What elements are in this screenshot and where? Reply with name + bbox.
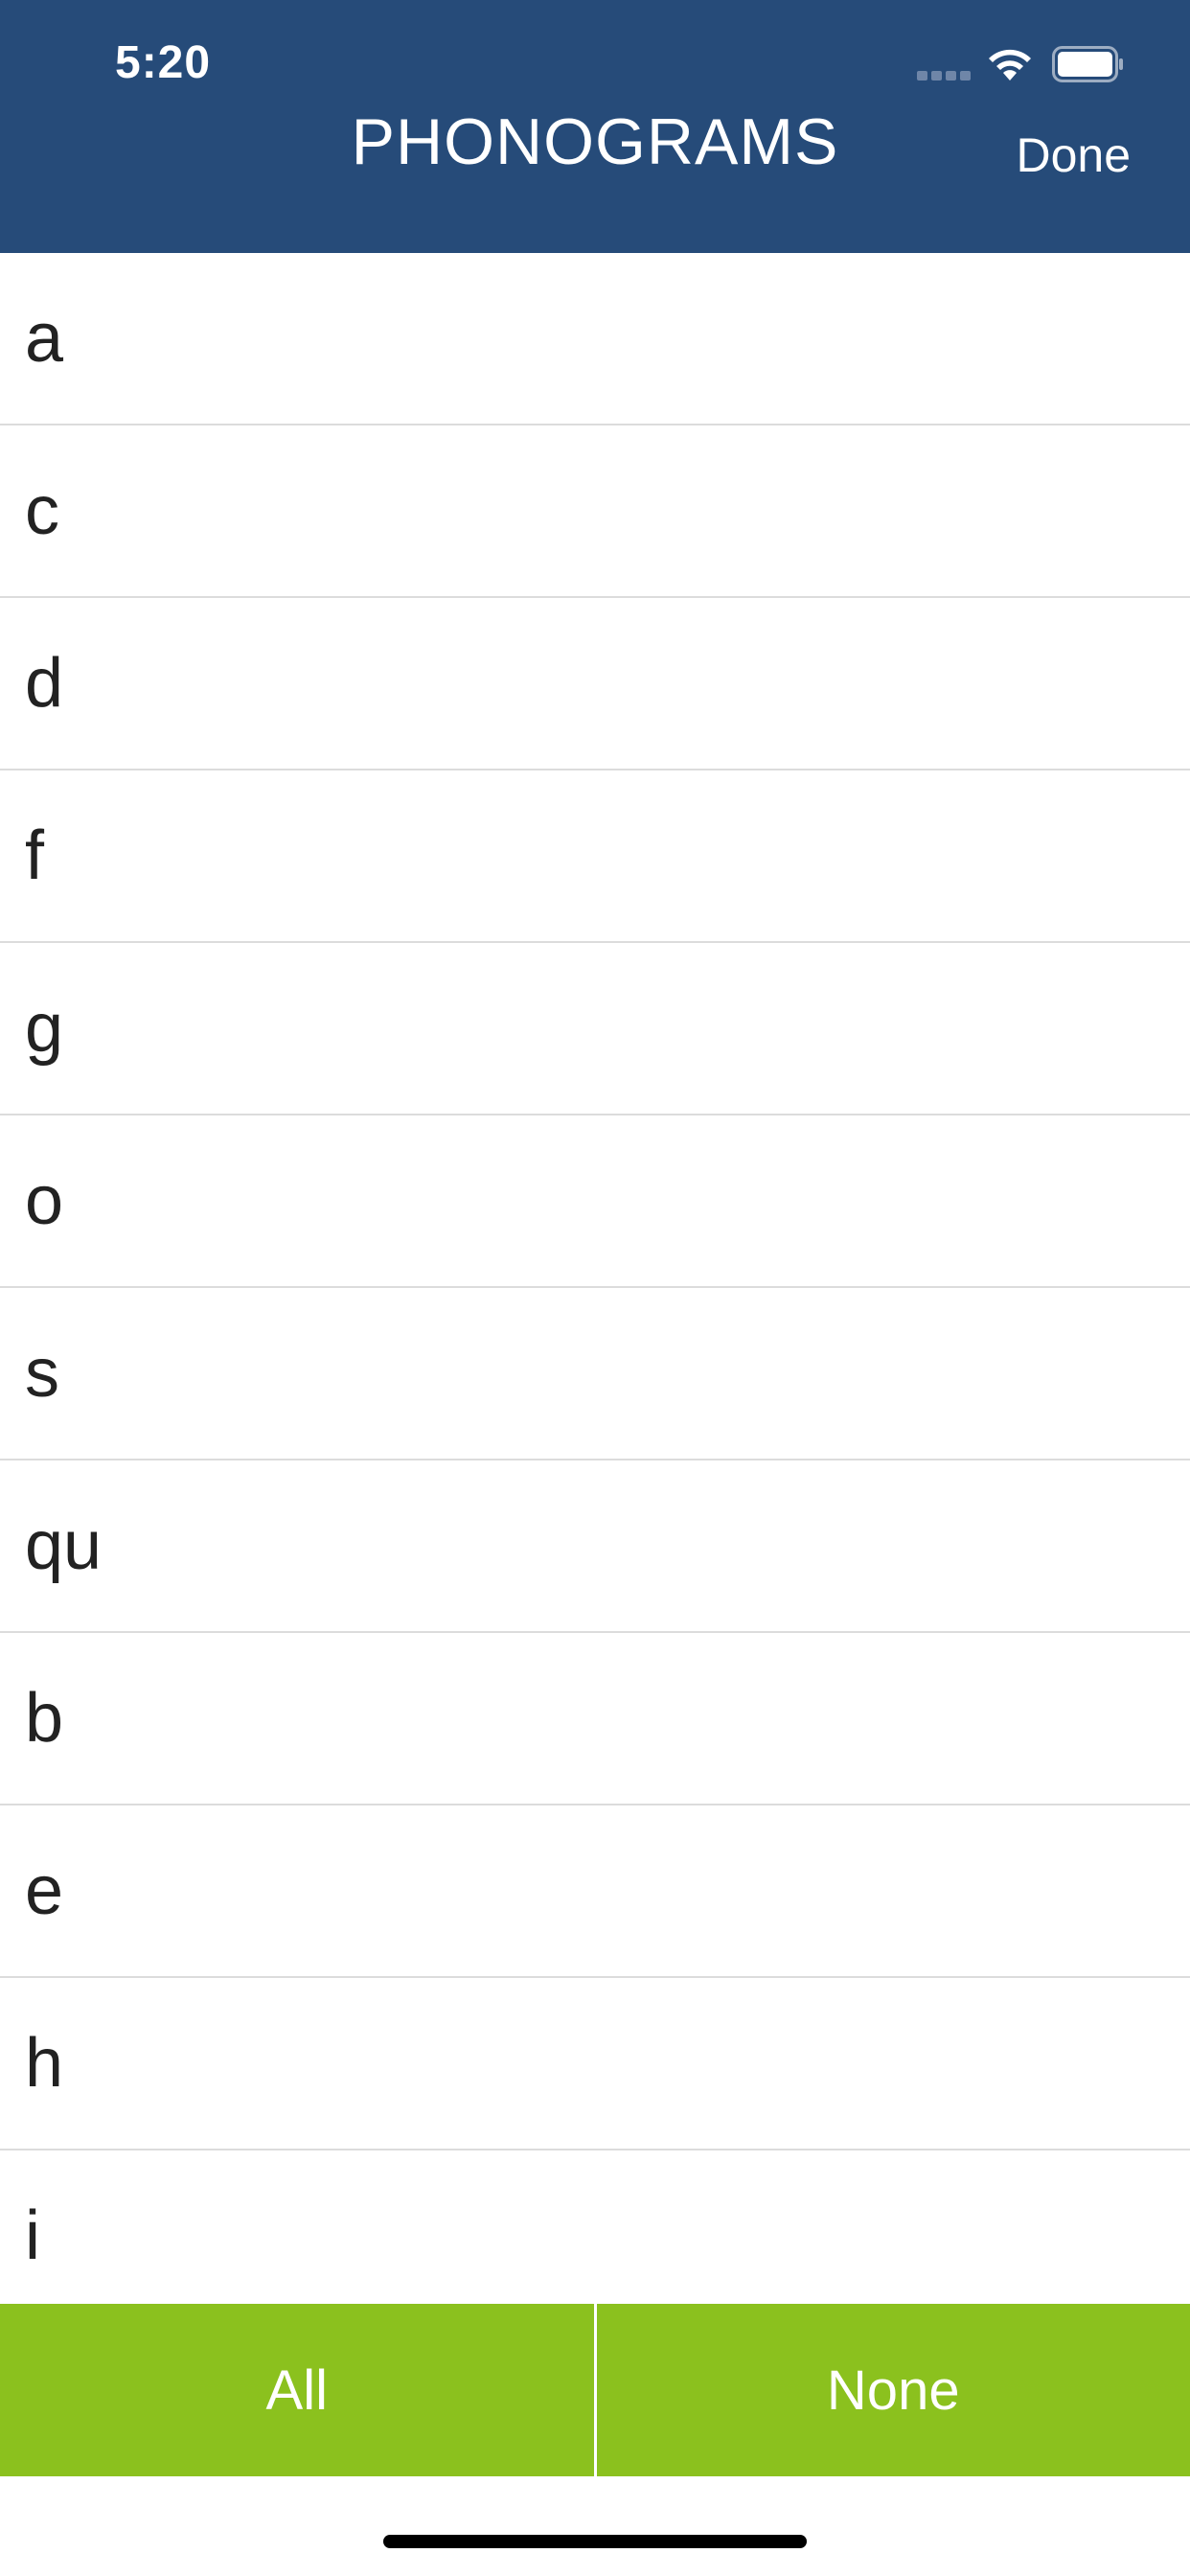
list-item-label: b — [25, 1680, 64, 1757]
list-item-label: c — [25, 472, 59, 549]
selection-toolbar: All None — [0, 2304, 1190, 2476]
page-title: PHONOGRAMS — [351, 105, 839, 178]
signal-icon — [917, 71, 971, 80]
list-item[interactable]: b — [0, 1633, 1190, 1806]
list-item-label: o — [25, 1162, 64, 1239]
list-item[interactable]: g — [0, 943, 1190, 1116]
list-item[interactable]: h — [0, 1978, 1190, 2150]
list-item-label: d — [25, 645, 64, 722]
list-item[interactable]: qu — [0, 1460, 1190, 1633]
list-item-label: h — [25, 2025, 64, 2102]
list-item[interactable]: s — [0, 1288, 1190, 1460]
list-item-label: qu — [25, 1507, 103, 1584]
wifi-icon — [989, 49, 1031, 80]
done-button[interactable]: Done — [1016, 127, 1131, 183]
select-all-button[interactable]: All — [0, 2304, 594, 2476]
list-item[interactable]: i — [0, 2150, 1190, 2304]
navigation-header: 5:20 PHONOGRAMS Done — [0, 0, 1190, 253]
list-item[interactable]: e — [0, 1806, 1190, 1978]
list-item-label: g — [25, 990, 64, 1067]
list-item[interactable]: a — [0, 253, 1190, 426]
home-indicator[interactable] — [383, 2535, 807, 2548]
phonogram-list: a c d f g o s qu b e h i — [0, 253, 1190, 2304]
list-item[interactable]: d — [0, 598, 1190, 770]
list-item-label: f — [25, 817, 45, 894]
list-item[interactable]: o — [0, 1116, 1190, 1288]
list-item[interactable]: c — [0, 426, 1190, 598]
list-item-label: i — [25, 2197, 40, 2274]
battery-icon — [1052, 46, 1123, 82]
list-item[interactable]: f — [0, 770, 1190, 943]
list-item-label: s — [25, 1335, 59, 1412]
list-item-label: e — [25, 1852, 64, 1929]
select-none-button[interactable]: None — [597, 2304, 1190, 2476]
list-item-label: a — [25, 300, 64, 377]
status-time: 5:20 — [115, 37, 212, 88]
